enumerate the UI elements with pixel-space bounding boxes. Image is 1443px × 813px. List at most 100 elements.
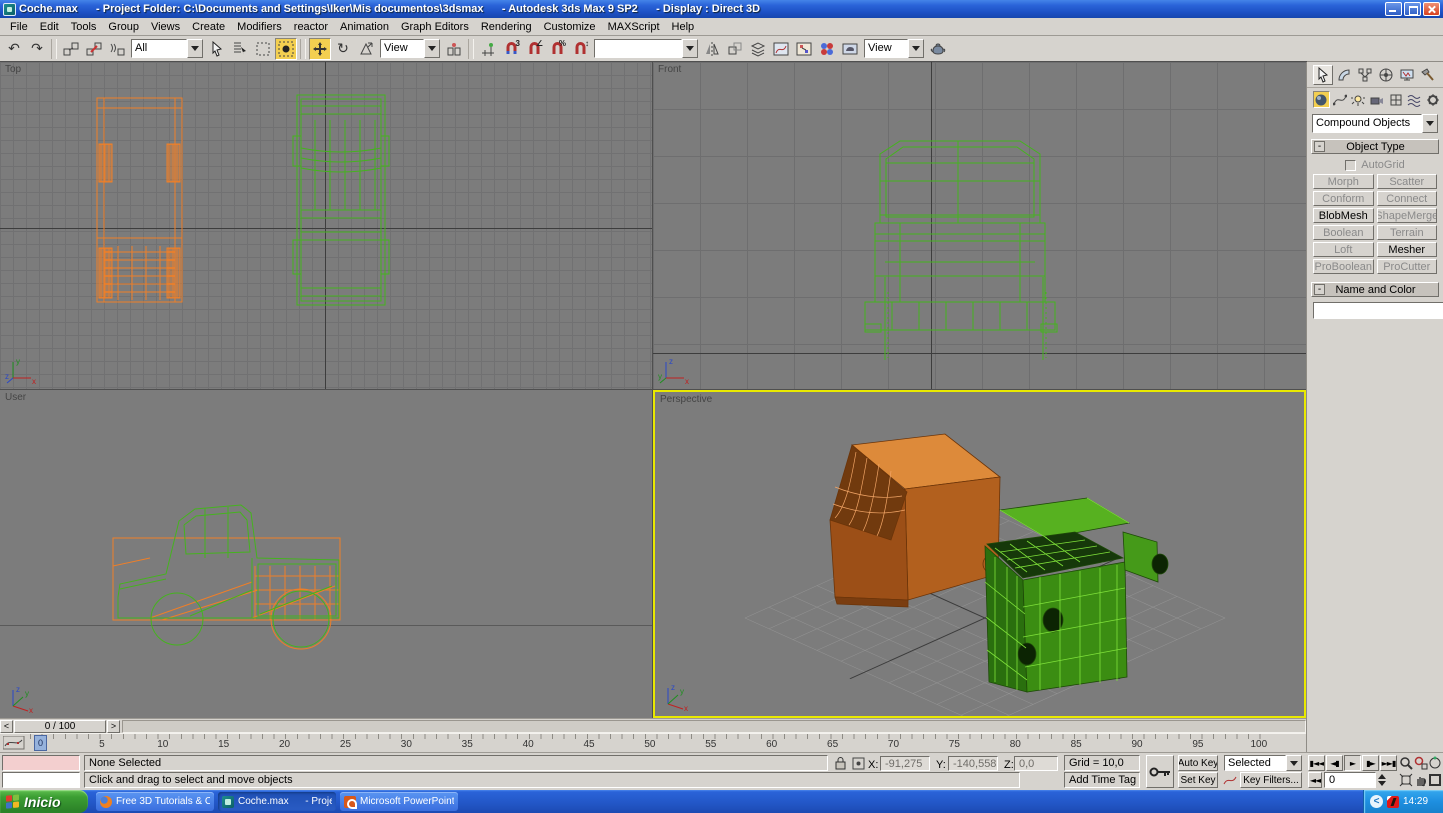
dropdown-arrow-icon[interactable]	[908, 39, 924, 58]
object-type-button-terrain[interactable]: Terrain	[1376, 225, 1437, 240]
dropdown-arrow-icon[interactable]	[424, 39, 440, 58]
undo-button[interactable]: ↶	[3, 38, 25, 60]
selection-filter-dropdown[interactable]: All	[131, 39, 203, 58]
frame-forward-button[interactable]: >	[107, 719, 120, 733]
menu-item-4[interactable]: Views	[145, 19, 186, 35]
viewport-perspective[interactable]: Perspective z x y	[652, 389, 1307, 719]
systems-icon[interactable]	[1424, 91, 1441, 108]
name-and-color-rollout-header[interactable]: - Name and Color	[1311, 282, 1439, 297]
z-coord-field[interactable]: 0,0	[1014, 756, 1058, 771]
tab-utilities[interactable]	[1418, 65, 1438, 85]
menu-item-8[interactable]: Animation	[334, 19, 395, 35]
time-slider-track[interactable]	[122, 719, 1306, 733]
object-name-input[interactable]	[1313, 302, 1443, 319]
object-type-rollout-header[interactable]: - Object Type	[1311, 139, 1439, 154]
cameras-icon[interactable]	[1369, 91, 1386, 108]
time-slider-handle[interactable]: 0 / 100	[14, 719, 106, 733]
frame-back-button[interactable]: <	[0, 719, 13, 733]
render-type-dropdown[interactable]: View	[864, 39, 924, 58]
auto-key-button[interactable]: Auto Key	[1178, 755, 1218, 771]
autogrid-checkbox[interactable]	[1345, 159, 1357, 171]
window-crossing-toggle[interactable]	[275, 37, 297, 60]
play-button[interactable]: ►	[1344, 755, 1361, 771]
close-button[interactable]	[1423, 2, 1440, 16]
add-time-tag[interactable]: Add Time Tag	[1064, 772, 1140, 788]
tab-hierarchy[interactable]	[1355, 65, 1375, 85]
redo-button[interactable]: ↷	[26, 38, 48, 60]
object-type-button-boolean[interactable]: Boolean	[1313, 225, 1374, 240]
object-category-dropdown[interactable]: Compound Objects	[1312, 114, 1438, 133]
use-pivot-point-button[interactable]	[443, 38, 465, 60]
frame-spinner[interactable]	[1378, 772, 1387, 788]
menu-item-10[interactable]: Rendering	[475, 19, 538, 35]
selection-lock-icon[interactable]	[832, 755, 848, 771]
helpers-icon[interactable]	[1387, 91, 1404, 108]
menu-item-1[interactable]: Edit	[34, 19, 65, 35]
tray-chevron-icon[interactable]: <	[1370, 795, 1383, 808]
mirror-button[interactable]	[701, 38, 723, 60]
zoom-icon[interactable]	[1398, 755, 1414, 771]
angle-snap-icon[interactable]: ∠	[523, 38, 545, 60]
rectangular-selection-region-button[interactable]	[252, 38, 274, 60]
go-to-end-button[interactable]: ►►▮	[1380, 755, 1397, 771]
absolute-offset-toggle-icon[interactable]	[850, 755, 866, 771]
menu-item-2[interactable]: Tools	[65, 19, 103, 35]
go-to-start-button[interactable]: ▮◄◄	[1308, 755, 1325, 771]
shapes-icon[interactable]	[1332, 91, 1349, 108]
minimize-button[interactable]	[1385, 2, 1402, 16]
restore-button[interactable]	[1404, 2, 1421, 16]
menu-item-12[interactable]: MAXScript	[602, 19, 666, 35]
layer-manager-button[interactable]	[747, 38, 769, 60]
menu-item-6[interactable]: Modifiers	[231, 19, 288, 35]
material-editor-button[interactable]	[816, 38, 838, 60]
menu-item-0[interactable]: File	[4, 19, 34, 35]
maxscript-mini-listener[interactable]	[2, 772, 80, 788]
maxscript-mini-listener-recorder[interactable]	[2, 755, 80, 771]
menu-item-9[interactable]: Graph Editors	[395, 19, 475, 35]
select-and-move-button[interactable]	[309, 37, 331, 60]
select-and-scale-button[interactable]	[355, 38, 377, 60]
key-mode-dropdown[interactable]: Selected	[1224, 755, 1302, 771]
object-type-button-blobmesh[interactable]: BlobMesh	[1313, 208, 1374, 223]
percent-snap-icon[interactable]: %	[546, 38, 568, 60]
select-and-manipulate-button[interactable]	[477, 38, 499, 60]
taskbar-task-free-3d-tutorials-c-[interactable]: Free 3D Tutorials & C...	[96, 792, 214, 811]
dropdown-arrow-icon[interactable]	[682, 39, 698, 58]
title-bar[interactable]: Coche.max - Project Folder: C:\Documents…	[0, 0, 1443, 18]
taskbar-task-coche-max-proje-[interactable]: Coche.max - Proje...	[218, 792, 336, 811]
unlink-selection-icon[interactable]	[83, 38, 105, 60]
zoom-extents-icon[interactable]	[1398, 772, 1414, 788]
select-object-button[interactable]	[206, 38, 228, 60]
viewport-user[interactable]: User z x y	[0, 389, 654, 719]
default-in-out-tangent-icon[interactable]	[1222, 772, 1238, 788]
curve-editor-button[interactable]	[770, 38, 792, 60]
reference-coord-system-dropdown[interactable]: View	[380, 39, 440, 58]
select-and-link-icon[interactable]	[60, 38, 82, 60]
collapse-icon[interactable]: -	[1314, 284, 1325, 295]
object-type-button-shapemerge[interactable]: ShapeMerge	[1376, 208, 1437, 223]
align-button[interactable]	[724, 38, 746, 60]
quick-render-teapot-button[interactable]	[927, 38, 949, 60]
track-bar[interactable]: 0 5 10 15 20 25 30 35 40 45 50 55 60 65 70 75 80 85 90 95 10…	[0, 733, 1306, 753]
object-type-button-mesher[interactable]: Mesher	[1376, 242, 1437, 257]
menu-item-13[interactable]: Help	[666, 19, 701, 35]
object-type-button-loft[interactable]: Loft	[1313, 242, 1374, 257]
menu-item-7[interactable]: reactor	[288, 19, 334, 35]
object-type-button-connect[interactable]: Connect	[1376, 191, 1437, 206]
spinner-snap-icon[interactable]: ↕	[569, 38, 591, 60]
dropdown-arrow-icon[interactable]	[187, 39, 203, 58]
y-coord-field[interactable]: -140,558	[948, 756, 998, 771]
mini-curve-editor-icon[interactable]	[3, 736, 25, 750]
schematic-view-button[interactable]	[793, 38, 815, 60]
tab-create[interactable]	[1313, 65, 1333, 85]
lights-icon[interactable]	[1350, 91, 1367, 108]
tab-motion[interactable]	[1376, 65, 1396, 85]
taskbar-task-microsoft-powerpoint-[interactable]: Microsoft PowerPoint ...	[340, 792, 458, 811]
set-keys-button[interactable]	[1146, 755, 1174, 788]
render-setup-button[interactable]	[839, 38, 861, 60]
named-selection-sets-dropdown[interactable]	[594, 39, 698, 58]
key-filters-button[interactable]: Key Filters...	[1240, 772, 1302, 788]
select-and-rotate-button[interactable]: ↻	[332, 38, 354, 60]
track-bar-thumb[interactable]: 0	[34, 735, 47, 751]
tab-display[interactable]	[1397, 65, 1417, 85]
